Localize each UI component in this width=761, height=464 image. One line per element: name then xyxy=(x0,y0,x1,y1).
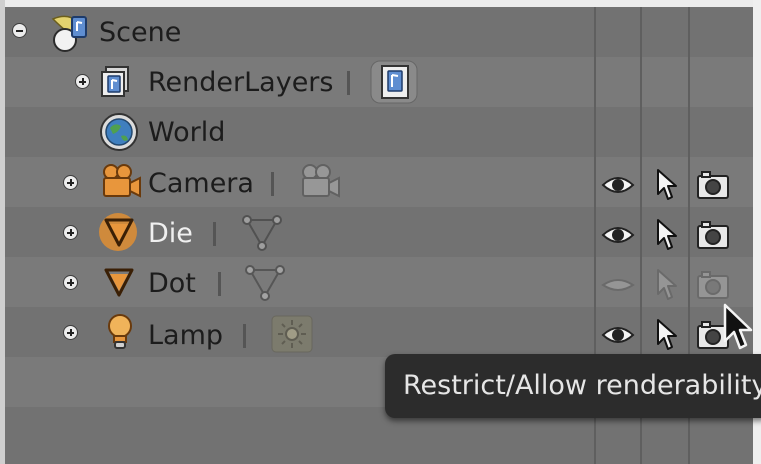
scene-icon xyxy=(51,15,87,52)
separator xyxy=(347,71,350,95)
eye-closed-icon[interactable] xyxy=(601,273,635,297)
outliner-item-label: Camera xyxy=(148,168,254,199)
world-icon xyxy=(100,113,138,151)
panel-left-border xyxy=(0,0,5,464)
separator xyxy=(271,172,274,196)
render-camera-icon[interactable] xyxy=(696,220,730,250)
eye-icon[interactable] xyxy=(601,173,635,197)
cursor-arrow-icon[interactable] xyxy=(655,168,679,202)
outliner-item-label: Die xyxy=(148,218,193,249)
separator xyxy=(213,222,216,246)
outliner-item-label: Dot xyxy=(148,268,196,299)
outliner-item-label: World xyxy=(148,117,226,148)
expand-toggle[interactable] xyxy=(63,275,78,290)
tooltip-text: Restrict/Allow renderability xyxy=(403,370,761,401)
cursor-arrow-icon[interactable] xyxy=(655,268,679,302)
camera-data-icon[interactable] xyxy=(298,163,342,201)
lamp-object-icon xyxy=(108,314,132,349)
eye-icon[interactable] xyxy=(601,223,635,247)
expand-toggle[interactable] xyxy=(75,74,90,89)
cursor-arrow-icon[interactable] xyxy=(655,218,679,252)
render-layers-icon xyxy=(101,66,129,97)
outliner-item-label: Lamp xyxy=(148,320,224,351)
mesh-data-icon[interactable] xyxy=(241,212,283,252)
mesh-data-icon[interactable] xyxy=(244,262,286,302)
mesh-object-icon xyxy=(104,218,134,247)
expand-toggle[interactable] xyxy=(63,325,78,340)
outliner-panel: Scene RenderLayers World Camera Die Dot … xyxy=(0,0,761,464)
expand-toggle[interactable] xyxy=(63,225,78,240)
render-camera-icon[interactable] xyxy=(696,270,730,300)
render-layer-data-icon[interactable] xyxy=(370,60,418,104)
eye-icon[interactable] xyxy=(601,323,635,347)
panel-top-border xyxy=(0,0,761,7)
mouse-pointer-icon xyxy=(723,303,753,350)
camera-object-icon xyxy=(103,164,141,198)
tooltip: Restrict/Allow renderability xyxy=(385,354,761,418)
expand-toggle[interactable] xyxy=(63,175,78,190)
separator xyxy=(218,272,221,296)
mesh-object-icon xyxy=(104,268,134,297)
render-camera-icon[interactable] xyxy=(696,170,730,200)
outliner-item-label: Scene xyxy=(99,17,182,48)
collapse-toggle[interactable] xyxy=(12,23,27,38)
cursor-arrow-icon[interactable] xyxy=(655,318,679,352)
separator xyxy=(243,324,246,348)
outliner-item-label: RenderLayers xyxy=(148,67,334,98)
lamp-data-icon[interactable] xyxy=(269,313,315,355)
